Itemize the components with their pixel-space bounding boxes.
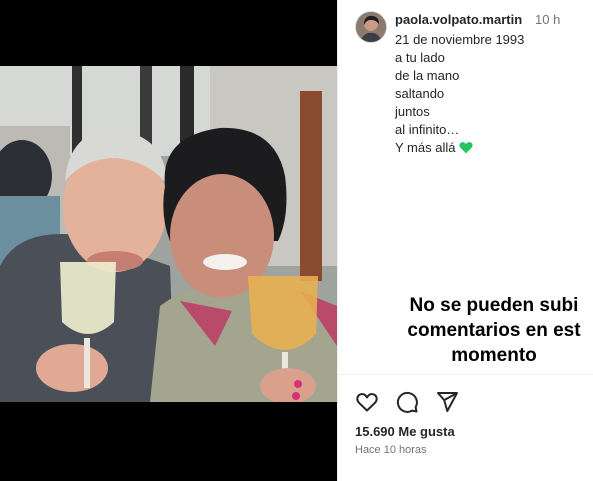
comments-disabled-line: momento bbox=[451, 345, 537, 366]
share-button[interactable] bbox=[435, 390, 459, 414]
comments-disabled-line: No se pueden subi bbox=[409, 295, 579, 316]
caption-line: saltando bbox=[395, 86, 445, 101]
comments-disabled-message: No se pueden subi comentarios en est mom… bbox=[374, 293, 593, 368]
divider bbox=[338, 374, 593, 375]
post-media[interactable] bbox=[0, 0, 337, 481]
post-timestamp[interactable]: Hace 10 horas bbox=[355, 444, 427, 456]
caption-line: Y más allá bbox=[395, 140, 456, 155]
user-avatar[interactable] bbox=[355, 11, 387, 43]
heart-icon bbox=[356, 393, 378, 412]
post-caption: 21 de noviembre 1993 a tu lado de la man… bbox=[395, 31, 524, 159]
comments-disabled-line: comentarios en est bbox=[407, 320, 581, 341]
post-photo bbox=[0, 66, 337, 402]
likes-count[interactable]: 15.690 Me gusta bbox=[355, 424, 455, 439]
caption-line: 21 de noviembre 1993 bbox=[395, 32, 525, 47]
caption-line-last: Y más allá bbox=[395, 139, 524, 159]
username-link[interactable]: paola.volpato.martin bbox=[395, 12, 522, 27]
comment-button[interactable] bbox=[395, 390, 419, 414]
caption-line: al infinito… bbox=[395, 122, 460, 137]
comment-icon bbox=[396, 391, 418, 413]
instagram-post: paola.volpato.martin 10 h 21 de noviembr… bbox=[0, 0, 593, 481]
send-icon bbox=[437, 392, 458, 412]
green-heart-icon bbox=[459, 141, 474, 159]
post-side-panel: paola.volpato.martin 10 h 21 de noviembr… bbox=[337, 0, 593, 481]
caption-line: juntos bbox=[395, 104, 430, 119]
caption-line: a tu lado bbox=[395, 50, 445, 65]
caption-line: de la mano bbox=[395, 68, 460, 83]
like-button[interactable] bbox=[355, 390, 379, 414]
post-time[interactable]: 10 h bbox=[535, 12, 560, 27]
